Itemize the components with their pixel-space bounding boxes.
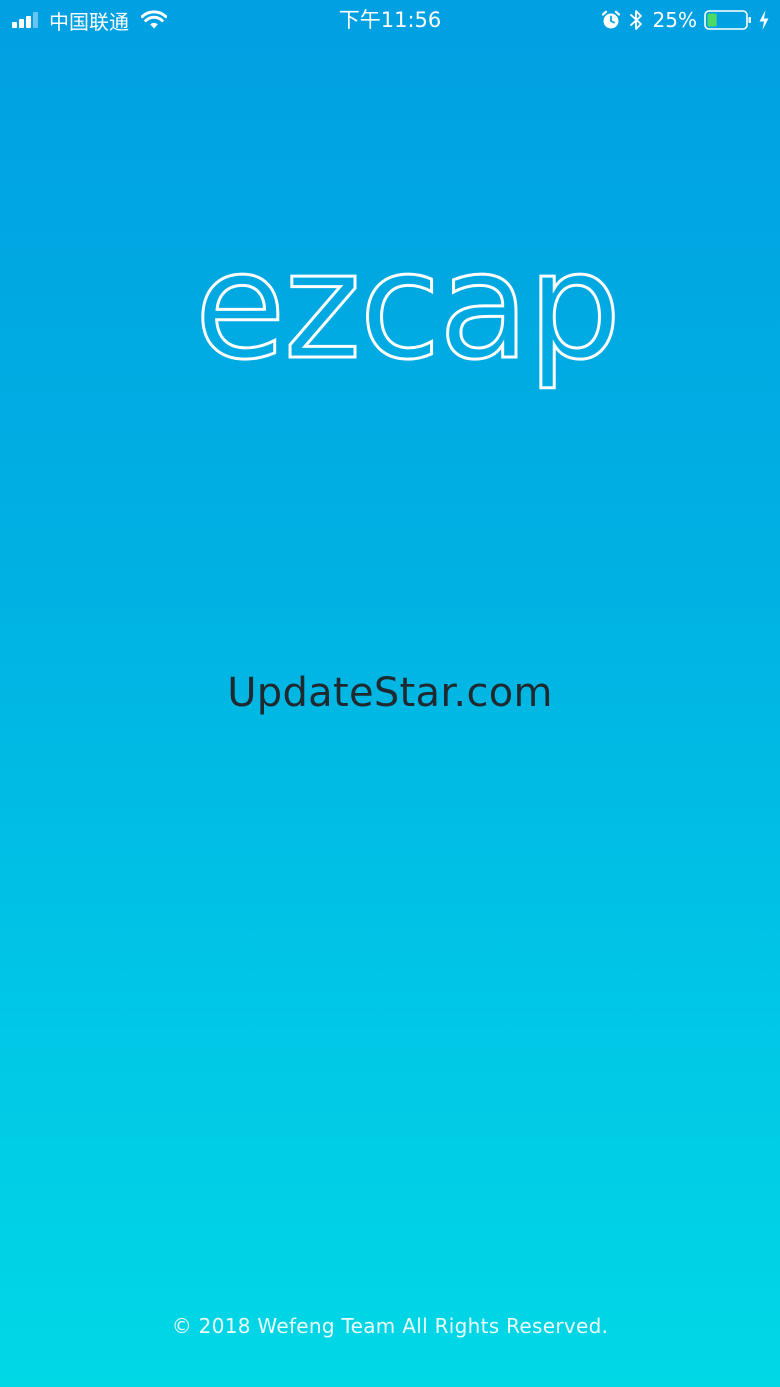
watermark-text: UpdateStar.com — [227, 670, 553, 716]
copyright-footer: © 2018 Wefeng Team All Rights Reserved. — [171, 1314, 609, 1338]
status-bar: 中国联通 下午11:56 25% — [0, 0, 780, 40]
charging-icon — [759, 10, 769, 30]
bluetooth-icon — [629, 10, 642, 30]
battery-percent: 25% — [652, 8, 697, 32]
status-bar-right: 25% — [601, 6, 770, 34]
app-logo-text: ezcap — [195, 222, 620, 392]
alarm-icon — [601, 10, 620, 29]
battery-level-fill — [707, 13, 717, 27]
app-logo: ezcap — [0, 222, 780, 402]
battery-icon — [704, 10, 751, 30]
